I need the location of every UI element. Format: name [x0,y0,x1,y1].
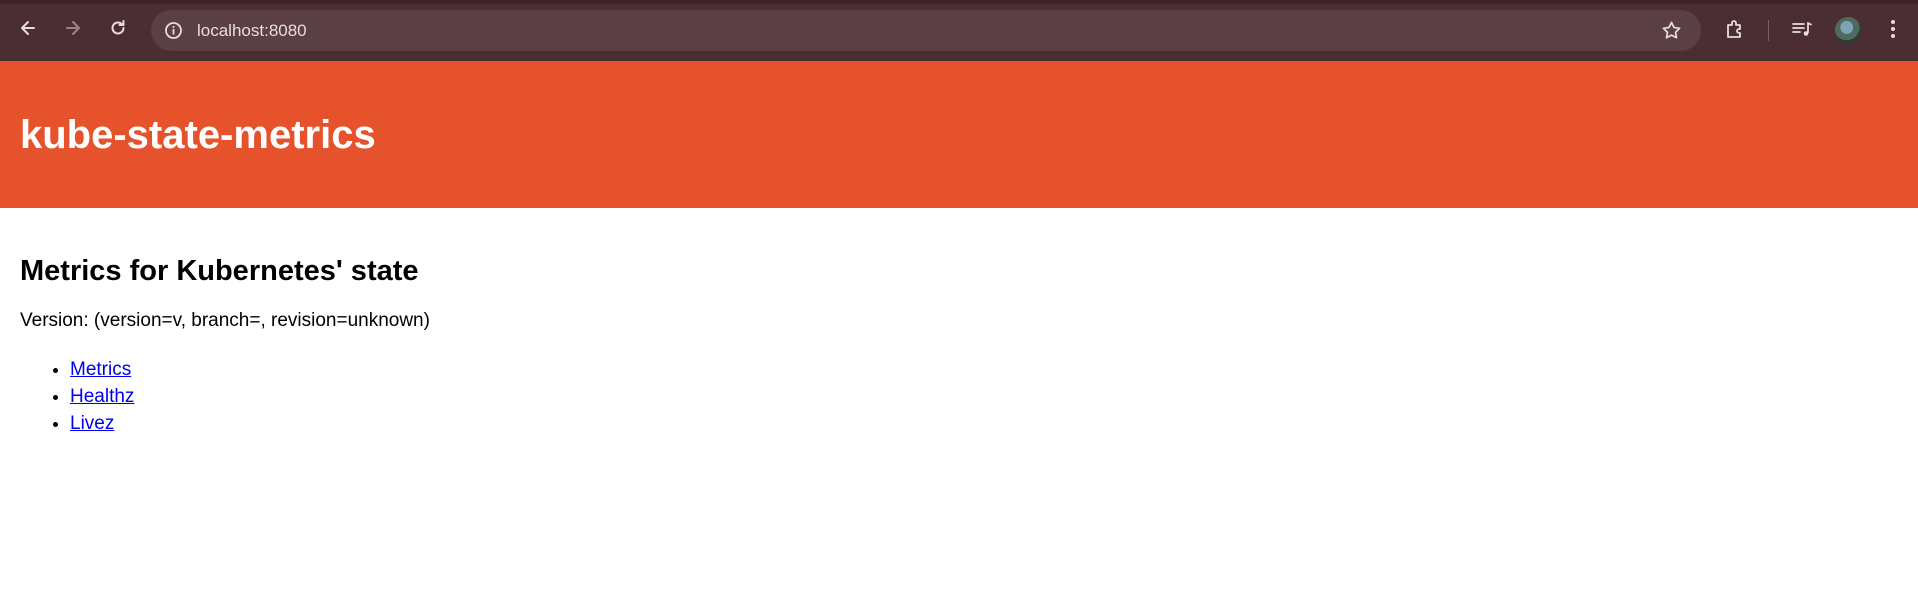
info-icon[interactable] [163,20,184,41]
site-header: kube-state-metrics [0,61,1918,208]
site-title: kube-state-metrics [20,113,376,157]
kebab-menu-icon [1891,20,1895,38]
playlist-icon [1792,22,1812,36]
arrow-right-icon [66,21,80,35]
back-button[interactable] [14,14,42,42]
url-text[interactable]: localhost:8080 [197,20,307,41]
healthz-link[interactable]: Healthz [70,386,134,407]
browser-toolbar: localhost:8080 [0,0,1918,61]
list-item: Metrics [70,356,1900,383]
extensions-button[interactable] [1723,16,1749,42]
page-heading: Metrics for Kubernetes' state [20,255,419,287]
star-icon[interactable] [1660,19,1683,42]
puzzle-icon [1727,20,1741,38]
toolbar-divider [1768,20,1769,41]
tab-strip-edge [0,0,1918,4]
livez-link[interactable]: Livez [70,413,114,434]
address-bar[interactable]: localhost:8080 [151,10,1701,51]
media-controls-button[interactable] [1789,16,1815,42]
metrics-link[interactable]: Metrics [70,359,131,380]
version-text: Version: (version=v, branch=, revision=u… [20,310,430,331]
forward-button[interactable] [59,14,87,42]
profile-avatar[interactable] [1835,17,1861,43]
browser-menu-button[interactable] [1880,16,1906,42]
main-content: Metrics for Kubernetes' state Version: (… [20,208,1900,437]
list-item: Livez [70,410,1900,437]
reload-icon [111,20,125,35]
endpoint-links: Metrics Healthz Livez [20,356,1900,437]
arrow-left-icon [21,21,35,35]
reload-button[interactable] [104,14,132,42]
list-item: Healthz [70,383,1900,410]
